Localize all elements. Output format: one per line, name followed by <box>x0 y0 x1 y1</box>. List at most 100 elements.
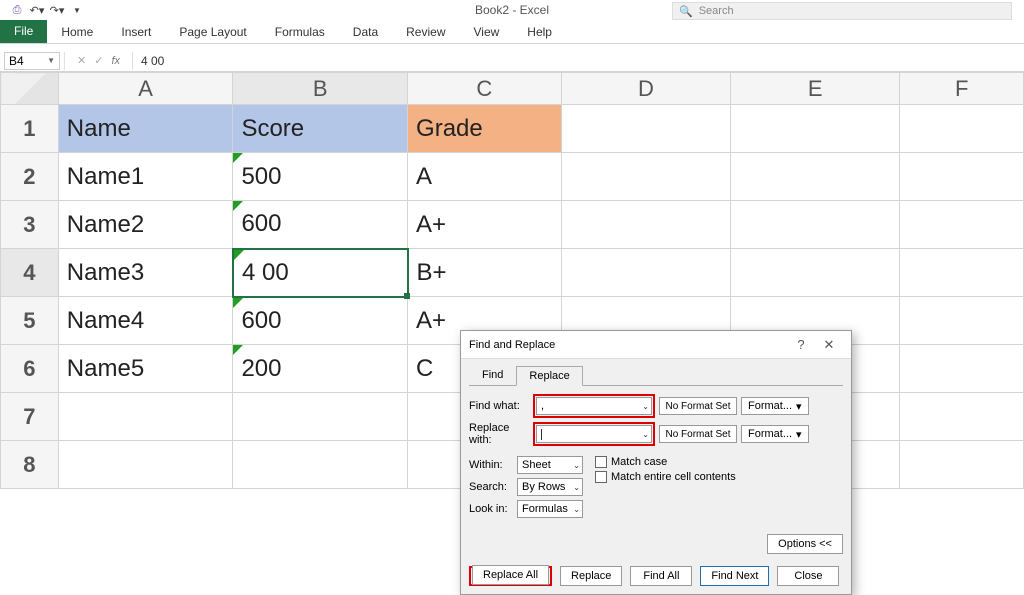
tab-view[interactable]: View <box>460 21 514 43</box>
chevron-down-icon[interactable]: ⌄ <box>573 461 580 470</box>
search-input[interactable]: 🔍 Search <box>672 2 1012 20</box>
cell-D1[interactable] <box>561 105 730 153</box>
replace-with-input[interactable]: ⌄ <box>536 425 652 443</box>
find-format-button[interactable]: Format...▾ <box>741 397 809 415</box>
fx-icon[interactable]: fx <box>111 55 120 67</box>
col-header-E[interactable]: E <box>731 73 900 105</box>
enter-icon[interactable]: ✓ <box>94 54 103 67</box>
tab-review[interactable]: Review <box>392 21 459 43</box>
tab-replace[interactable]: Replace <box>516 366 582 386</box>
cell-F2[interactable] <box>900 153 1024 201</box>
tab-find[interactable]: Find <box>469 365 516 385</box>
replace-format-button[interactable]: Format...▾ <box>741 425 809 443</box>
name-box[interactable]: B4 ▼ <box>4 52 60 70</box>
cell-C2[interactable]: A <box>408 153 562 201</box>
cell-F3[interactable] <box>900 201 1024 249</box>
save-icon[interactable]: ⎙ <box>10 3 24 17</box>
qat-dropdown-icon[interactable]: ▼ <box>70 3 84 17</box>
cell-F4[interactable] <box>900 249 1024 297</box>
dialog-titlebar[interactable]: Find and Replace ? ✕ <box>461 331 851 359</box>
col-header-F[interactable]: F <box>900 73 1024 105</box>
find-what-input[interactable]: ,⌄ <box>536 397 652 415</box>
cancel-icon[interactable]: ✕ <box>77 54 86 67</box>
match-entire-checkbox[interactable]: Match entire cell contents <box>595 471 736 483</box>
title-bar: ⎙ ↶▾ ↷▾ ▼ Book2 - Excel 🔍 Search <box>0 0 1024 20</box>
within-label: Within: <box>469 459 513 471</box>
tab-insert[interactable]: Insert <box>107 21 165 43</box>
row-header-1[interactable]: 1 <box>1 105 59 153</box>
cell-A5[interactable]: Name4 <box>58 297 233 345</box>
cell-E1[interactable] <box>731 105 900 153</box>
row-header-2[interactable]: 2 <box>1 153 59 201</box>
row-header-6[interactable]: 6 <box>1 345 59 393</box>
cell-F6[interactable] <box>900 345 1024 393</box>
chevron-down-icon[interactable]: ▼ <box>47 56 55 65</box>
formula-input[interactable]: 4 00 <box>133 54 1024 68</box>
chevron-down-icon[interactable]: ⌄ <box>573 505 580 514</box>
chevron-down-icon[interactable]: ⌄ <box>573 483 580 492</box>
row-header-5[interactable]: 5 <box>1 297 59 345</box>
cell-C3[interactable]: A+ <box>408 201 562 249</box>
cell-D4[interactable] <box>561 249 730 297</box>
error-indicator-icon <box>233 201 243 211</box>
cell-B6[interactable]: 200 <box>233 345 408 393</box>
cell-C1[interactable]: Grade <box>408 105 562 153</box>
tab-help[interactable]: Help <box>513 21 566 43</box>
col-header-B[interactable]: B <box>233 73 408 105</box>
redo-icon[interactable]: ↷▾ <box>50 3 64 17</box>
replace-all-button[interactable]: Replace All <box>472 565 549 585</box>
cell-F7[interactable] <box>900 393 1024 441</box>
cell-F5[interactable] <box>900 297 1024 345</box>
cell-A1[interactable]: Name <box>58 105 233 153</box>
tab-data[interactable]: Data <box>339 21 392 43</box>
cell-E3[interactable] <box>731 201 900 249</box>
tab-home[interactable]: Home <box>47 21 107 43</box>
find-next-button[interactable]: Find Next <box>700 566 769 586</box>
close-icon[interactable]: ✕ <box>815 337 843 353</box>
match-case-checkbox[interactable]: Match case <box>595 456 736 468</box>
replace-button[interactable]: Replace <box>560 566 622 586</box>
row-header-3[interactable]: 3 <box>1 201 59 249</box>
cell-A3[interactable]: Name2 <box>58 201 233 249</box>
cell-F1[interactable] <box>900 105 1024 153</box>
cell-A7[interactable] <box>58 393 233 441</box>
replace-with-label: Replace with: <box>469 422 529 446</box>
cell-B3[interactable]: 600 <box>233 201 408 249</box>
cell-A6[interactable]: Name5 <box>58 345 233 393</box>
close-button[interactable]: Close <box>777 566 839 586</box>
cell-A2[interactable]: Name1 <box>58 153 233 201</box>
options-button[interactable]: Options << <box>767 534 843 554</box>
cell-B7[interactable] <box>233 393 408 441</box>
find-all-button[interactable]: Find All <box>630 566 692 586</box>
cell-E2[interactable] <box>731 153 900 201</box>
search-select[interactable]: By Rows⌄ <box>517 478 583 496</box>
cell-B2[interactable]: 500 <box>233 153 408 201</box>
row-header-8[interactable]: 8 <box>1 441 59 489</box>
cell-B1[interactable]: Score <box>233 105 408 153</box>
cell-E4[interactable] <box>731 249 900 297</box>
row-header-4[interactable]: 4 <box>1 249 59 297</box>
col-header-A[interactable]: A <box>58 73 233 105</box>
within-select[interactable]: Sheet⌄ <box>517 456 583 474</box>
row-header-7[interactable]: 7 <box>1 393 59 441</box>
cell-B4[interactable]: 4 00 <box>233 249 408 297</box>
file-tab[interactable]: File <box>0 19 47 43</box>
cell-A8[interactable] <box>58 441 233 489</box>
tab-page-layout[interactable]: Page Layout <box>165 21 260 43</box>
select-all-corner[interactable] <box>1 73 59 105</box>
lookin-select[interactable]: Formulas⌄ <box>517 500 583 518</box>
cell-D3[interactable] <box>561 201 730 249</box>
cell-D2[interactable] <box>561 153 730 201</box>
cell-B5[interactable]: 600 <box>233 297 408 345</box>
cell-A4[interactable]: Name3 <box>58 249 233 297</box>
help-icon[interactable]: ? <box>787 337 815 352</box>
tab-formulas[interactable]: Formulas <box>261 21 339 43</box>
undo-icon[interactable]: ↶▾ <box>30 3 44 17</box>
chevron-down-icon[interactable]: ⌄ <box>642 402 649 411</box>
col-header-C[interactable]: C <box>408 73 562 105</box>
chevron-down-icon[interactable]: ⌄ <box>642 430 649 439</box>
cell-B8[interactable] <box>233 441 408 489</box>
cell-F8[interactable] <box>900 441 1024 489</box>
col-header-D[interactable]: D <box>561 73 730 105</box>
cell-C4[interactable]: B+ <box>408 249 562 297</box>
